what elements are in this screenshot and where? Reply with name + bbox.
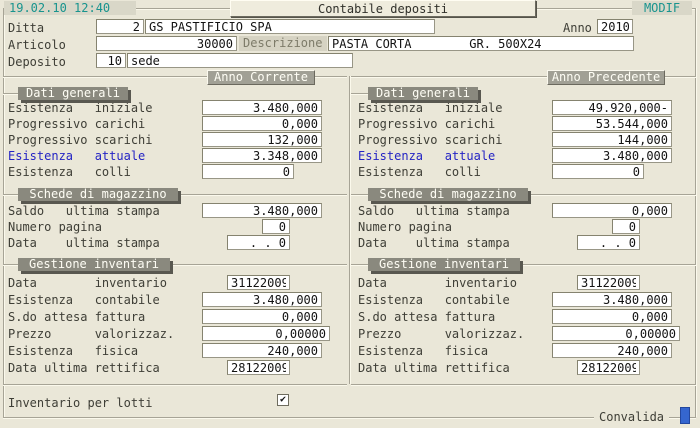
column-divider-line [349,76,350,384]
progressivo-carichi-label-cur: Progressivo carichi [8,117,145,131]
prezzo-valorizzaz-label-prev: Prezzo valorizzaz. [358,327,524,341]
progressivo-carichi-input-prev[interactable] [552,116,672,131]
data-stampa-label-cur: Data ultima stampa [8,236,160,250]
saldo-stampa-input-prev[interactable] [552,203,672,218]
progressivo-carichi-label-prev: Progressivo carichi [358,117,495,131]
data-rettifica-input-prev[interactable] [577,360,640,375]
esistenza-colli-input-cur[interactable] [202,164,294,179]
anno-label: Anno [563,21,592,35]
deposito-code-input[interactable] [96,53,126,68]
deposito-label: Deposito [8,55,66,69]
dati-generali-header-prev: Dati generali [368,87,478,100]
numero-pagina-label-cur: Numero pagina [8,220,102,234]
numero-pagina-label-prev: Numero pagina [358,220,452,234]
numero-pagina-input-cur[interactable] [262,219,290,234]
progressivo-scarichi-label-prev: Progressivo scarichi [358,133,503,147]
data-inventario-label-prev: Data inventario [358,276,517,290]
data-rettifica-label-cur: Data ultima rettifica [8,361,160,375]
schede-magazzino-header-prev: Schede di magazzino [368,188,528,201]
data-stampa-label-prev: Data ultima stampa [358,236,510,250]
esistenza-attuale-label-prev: Esistenza attuale [358,149,495,163]
progressivo-scarichi-input-cur[interactable] [202,132,322,147]
esistenza-fisica-label-prev: Esistenza fisica [358,344,488,358]
data-stampa-input-cur[interactable] [227,235,290,250]
sdo-attesa-input-prev[interactable] [552,309,672,324]
esistenza-fisica-input-cur[interactable] [202,343,322,358]
esistenza-fisica-input-prev[interactable] [552,343,672,358]
ditta-code-input[interactable] [96,19,144,34]
esistenza-contabile-input-cur[interactable] [202,292,322,307]
anno-precedente-header: Anno Precedente [547,70,665,85]
mode-indicator: MODIF [632,1,692,15]
inventario-lotti-checkbox[interactable]: ✔ [277,394,289,406]
saldo-stampa-label-cur: Saldo ultima stampa [8,204,160,218]
esistenza-colli-label-cur: Esistenza colli [8,165,131,179]
data-stampa-input-prev[interactable] [577,235,640,250]
esistenza-attuale-input-prev[interactable] [552,148,672,163]
esistenza-colli-input-prev[interactable] [552,164,644,179]
dati-generali-header-cur: Dati generali [18,87,128,100]
prezzo-valorizzaz-input-prev[interactable] [552,326,680,341]
left-frame-line [3,8,4,417]
contabile-depositi-window: 19.02.10 12:40 Contabile depositi MODIF … [0,0,700,428]
anno-input[interactable] [597,19,633,34]
descrizione-input[interactable] [328,36,634,51]
data-rettifica-input-cur[interactable] [227,360,290,375]
data-rettifica-label-prev: Data ultima rettifica [358,361,510,375]
data-inventario-input-prev[interactable] [577,275,640,290]
current-bottom-line [3,384,347,385]
articolo-label: Articolo [8,38,66,52]
esistenza-colli-label-prev: Esistenza colli [358,165,481,179]
esistenza-attuale-label-cur: Esistenza attuale [8,149,145,163]
progressivo-scarichi-input-prev[interactable] [552,132,672,147]
check-icon: ✔ [280,394,286,405]
numero-pagina-input-prev[interactable] [612,219,640,234]
prezzo-valorizzaz-input-cur[interactable] [202,326,330,341]
esistenza-attuale-input-cur[interactable] [202,148,322,163]
gestione-inventari-header-cur: Gestione inventari [18,258,170,271]
window-title: Contabile depositi [230,0,536,17]
inventario-lotti-label: Inventario per lotti [8,396,153,410]
esistenza-iniziale-input-prev[interactable] [552,100,672,115]
esistenza-fisica-label-cur: Esistenza fisica [8,344,138,358]
anno-corrente-header: Anno Corrente [207,70,315,85]
sdo-attesa-label-cur: S.do attesa fattura [8,310,145,324]
saldo-stampa-input-cur[interactable] [202,203,322,218]
esistenza-iniziale-label-cur: Esistenza iniziale [8,101,153,115]
esistenza-contabile-label-prev: Esistenza contabile [358,293,510,307]
schede-magazzino-header-cur: Schede di magazzino [18,188,178,201]
data-inventario-label-cur: Data inventario [8,276,167,290]
datetime-label: 19.02.10 12:40 [4,1,136,15]
gestione-inventari-header-prev: Gestione inventari [368,258,520,271]
ditta-label: Ditta [8,21,44,35]
previous-bottom-line [351,384,696,385]
esistenza-iniziale-label-prev: Esistenza iniziale [358,101,503,115]
dati-line-prev [351,93,368,94]
footer-line [3,417,696,418]
esistenza-iniziale-input-cur[interactable] [202,100,322,115]
articolo-code-input[interactable] [96,36,237,51]
saldo-stampa-label-prev: Saldo ultima stampa [358,204,510,218]
sdo-attesa-label-prev: S.do attesa fattura [358,310,495,324]
deposito-name-input[interactable] [127,53,353,68]
focus-cursor [680,407,690,424]
esistenza-contabile-input-prev[interactable] [552,292,672,307]
esistenza-contabile-label-cur: Esistenza contabile [8,293,160,307]
prezzo-valorizzaz-label-cur: Prezzo valorizzaz. [8,327,174,341]
right-frame-line [695,8,696,417]
ditta-name-input[interactable] [145,19,435,34]
data-inventario-input-cur[interactable] [227,275,290,290]
sdo-attesa-input-cur[interactable] [202,309,322,324]
convalida-button[interactable]: Convalida [594,410,669,424]
progressivo-scarichi-label-cur: Progressivo scarichi [8,133,153,147]
progressivo-carichi-input-cur[interactable] [202,116,322,131]
descrizione-label: Descrizione [239,36,327,51]
